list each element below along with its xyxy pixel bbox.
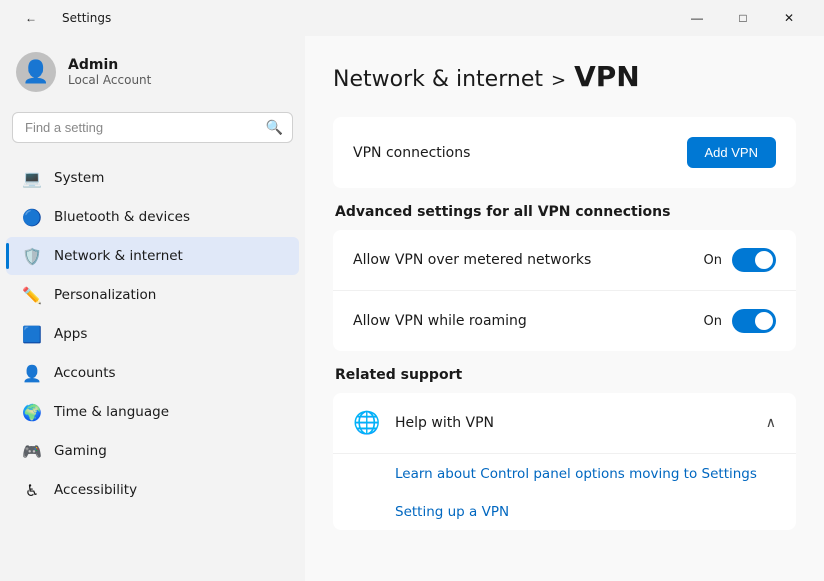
sidebar-item-network[interactable]: 🛡️ Network & internet xyxy=(6,237,299,275)
apps-icon: 🟦 xyxy=(22,324,42,344)
advanced-settings-card: Allow VPN over metered networks On Allow… xyxy=(333,230,796,351)
search-container: 🔍 xyxy=(12,112,293,143)
sidebar-item-apps[interactable]: 🟦 Apps xyxy=(6,315,299,353)
sidebar-item-accounts[interactable]: 👤 Accounts xyxy=(6,354,299,392)
sidebar-nav: 💻 System 🔵 Bluetooth & devices 🛡️ Networ… xyxy=(0,159,305,509)
window-controls: — □ ✕ xyxy=(674,3,812,33)
toggle-right-metered: On xyxy=(704,248,776,272)
sidebar-item-label: Accounts xyxy=(54,365,116,381)
bluetooth-icon: 🔵 xyxy=(22,207,42,227)
breadcrumb-parent: Network & internet xyxy=(333,67,543,92)
sidebar-item-bluetooth[interactable]: 🔵 Bluetooth & devices xyxy=(6,198,299,236)
maximize-button[interactable]: □ xyxy=(720,3,766,33)
search-icon: 🔍 xyxy=(266,120,283,136)
toggle-row-metered: Allow VPN over metered networks On xyxy=(333,230,796,291)
help-label: Help with VPN xyxy=(395,415,494,431)
support-link-control-panel[interactable]: Learn about Control panel options moving… xyxy=(333,454,796,492)
sidebar-item-time[interactable]: 🌍 Time & language xyxy=(6,393,299,431)
chevron-up-icon: ∧ xyxy=(766,415,776,431)
sidebar-item-gaming[interactable]: 🎮 Gaming xyxy=(6,432,299,470)
user-name: Admin xyxy=(68,57,151,73)
toggle-switch-roaming[interactable] xyxy=(732,309,776,333)
toggle-right-roaming: On xyxy=(704,309,776,333)
network-icon: 🛡️ xyxy=(22,246,42,266)
sidebar-item-label: Apps xyxy=(54,326,87,342)
sidebar-item-personalization[interactable]: ✏️ Personalization xyxy=(6,276,299,314)
vpn-connections-card: VPN connections Add VPN xyxy=(333,117,796,188)
sidebar: 👤 Admin Local Account 🔍 💻 System 🔵 Bluet… xyxy=(0,36,305,581)
toggle-switch-metered[interactable] xyxy=(732,248,776,272)
minimize-button[interactable]: — xyxy=(674,3,720,33)
system-icon: 💻 xyxy=(22,168,42,188)
support-link-setup-vpn[interactable]: Setting up a VPN xyxy=(333,492,796,530)
help-row-left: 🌐 Help with VPN xyxy=(353,409,494,437)
window-title: Settings xyxy=(62,11,111,25)
sidebar-item-label: Personalization xyxy=(54,287,156,303)
sidebar-item-accessibility[interactable]: ♿ Accessibility xyxy=(6,471,299,509)
advanced-settings-heading: Advanced settings for all VPN connection… xyxy=(333,204,796,220)
search-input[interactable] xyxy=(12,112,293,143)
sidebar-item-label: System xyxy=(54,170,104,186)
accounts-icon: 👤 xyxy=(22,363,42,383)
sidebar-item-label: Network & internet xyxy=(54,248,183,264)
user-info: Admin Local Account xyxy=(68,57,151,87)
sidebar-item-label: Gaming xyxy=(54,443,107,459)
toggle-status-metered: On xyxy=(704,253,722,268)
sidebar-item-label: Time & language xyxy=(54,404,169,420)
avatar-icon: 👤 xyxy=(22,60,49,85)
related-support-heading: Related support xyxy=(333,367,796,383)
user-profile: 👤 Admin Local Account xyxy=(0,36,305,112)
vpn-connections-row: VPN connections Add VPN xyxy=(333,117,796,188)
breadcrumb-current: VPN xyxy=(574,60,640,93)
toggle-label-metered: Allow VPN over metered networks xyxy=(353,252,591,268)
add-vpn-button[interactable]: Add VPN xyxy=(687,137,776,168)
gaming-icon: 🎮 xyxy=(22,441,42,461)
toggle-label-roaming: Allow VPN while roaming xyxy=(353,313,527,329)
toggle-status-roaming: On xyxy=(704,314,722,329)
accessibility-icon: ♿ xyxy=(22,480,42,500)
time-icon: 🌍 xyxy=(22,402,42,422)
vpn-connections-label: VPN connections xyxy=(353,145,470,161)
breadcrumb-chevron: > xyxy=(551,70,566,91)
close-button[interactable]: ✕ xyxy=(766,3,812,33)
toggle-row-roaming: Allow VPN while roaming On xyxy=(333,291,796,351)
back-button[interactable]: ← xyxy=(8,3,54,33)
title-bar: ← Settings — □ ✕ xyxy=(0,0,824,36)
main-content: Network & internet > VPN VPN connections… xyxy=(305,36,824,581)
sidebar-item-label: Bluetooth & devices xyxy=(54,209,190,225)
title-bar-left: ← Settings xyxy=(8,3,111,33)
avatar: 👤 xyxy=(16,52,56,92)
page-header: Network & internet > VPN xyxy=(333,60,796,93)
help-row[interactable]: 🌐 Help with VPN ∧ xyxy=(333,393,796,454)
globe-icon: 🌐 xyxy=(353,409,381,437)
sidebar-item-label: Accessibility xyxy=(54,482,137,498)
personalization-icon: ✏️ xyxy=(22,285,42,305)
user-account-type: Local Account xyxy=(68,73,151,87)
related-support-card: 🌐 Help with VPN ∧ Learn about Control pa… xyxy=(333,393,796,530)
app-body: 👤 Admin Local Account 🔍 💻 System 🔵 Bluet… xyxy=(0,36,824,581)
sidebar-item-system[interactable]: 💻 System xyxy=(6,159,299,197)
